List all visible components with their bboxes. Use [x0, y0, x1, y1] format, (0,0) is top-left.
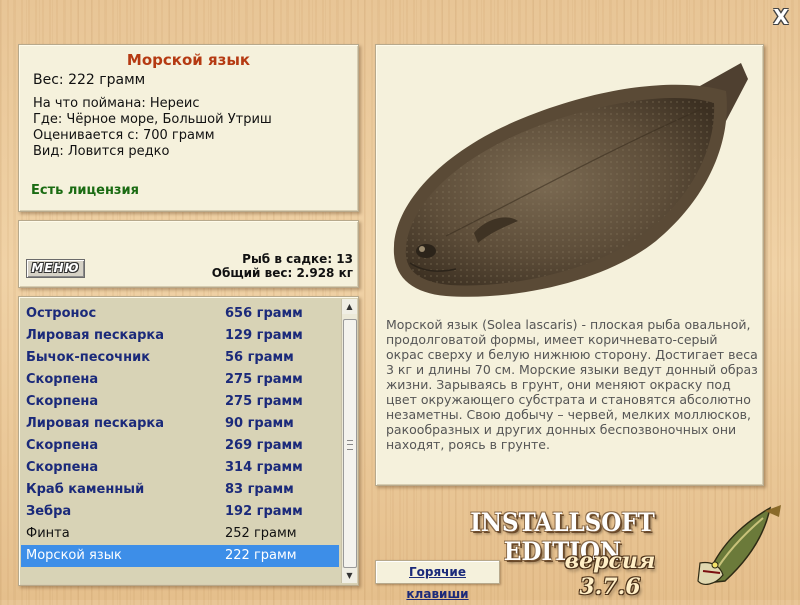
catch-item-weight: 83 грамм: [225, 482, 294, 497]
catch-list-item[interactable]: Морской язык 222 грамм: [21, 545, 339, 567]
close-button[interactable]: X: [771, 7, 791, 27]
catch-item-name: Финта: [26, 526, 70, 541]
catch-item-weight: 656 грамм: [225, 306, 303, 321]
stats-panel: МЕНЮ Рыб в садке: 13 Общий вес: 2.928 кг: [18, 220, 359, 288]
catch-list-item[interactable]: Зебра 192 грамм: [21, 501, 339, 523]
catch-item-name: Лировая пескарка: [26, 328, 165, 343]
location-line: Где: Чёрное море, Большой Утриш: [33, 112, 272, 127]
catch-item-weight: 269 грамм: [225, 438, 303, 453]
catch-list-item[interactable]: Лировая пескарка 90 грамм: [21, 413, 339, 435]
catch-item-weight: 129 грамм: [225, 328, 303, 343]
grip-icon: [347, 440, 353, 450]
catch-item-weight: 90 грамм: [225, 416, 294, 431]
scroll-thumb[interactable]: [343, 319, 357, 568]
catch-item-name: Остронос: [26, 306, 97, 321]
catch-item-weight: 56 грамм: [225, 350, 294, 365]
catch-item-name: Краб каменный: [26, 482, 145, 497]
catch-item-weight: 192 грамм: [225, 504, 303, 519]
license-status: Есть лицензия: [31, 183, 139, 198]
fish-description: Морской язык (Solea lascaris) - плоская …: [386, 317, 758, 452]
catch-item-weight: 222 грамм: [225, 548, 297, 563]
catch-list-item[interactable]: Остронос 656 грамм: [21, 303, 339, 325]
catch-item-name: Скорпена: [26, 394, 99, 409]
catch-list: Остронос 656 грамм Лировая пескарка 129 гра…: [21, 299, 339, 583]
rarity-line: Вид: Ловится редко: [33, 144, 170, 159]
scroll-down-icon[interactable]: ▼: [342, 568, 357, 583]
list-scrollbar[interactable]: ▲ ▼: [341, 299, 357, 583]
menu-button[interactable]: МЕНЮ: [26, 259, 85, 278]
fish-picture-panel: Морской язык (Solea lascaris) - плоская …: [375, 44, 764, 486]
pike-fish-icon: [697, 505, 781, 585]
catch-list-item[interactable]: Лировая пескарка 129 грамм: [21, 325, 339, 347]
catch-list-item[interactable]: Скорпена 269 грамм: [21, 435, 339, 457]
bait-line: На что поймана: Нереис: [33, 96, 200, 111]
version-label: версия 3.7.6: [564, 548, 656, 600]
fish-title: Морской язык: [126, 51, 251, 69]
catch-list-item[interactable]: Краб каменный 83 грамм: [21, 479, 339, 501]
catch-list-item[interactable]: Финта 252 грамм: [21, 523, 339, 545]
catch-item-name: Зебра: [26, 504, 72, 519]
catch-item-weight: 314 грамм: [225, 460, 303, 475]
catch-item-weight: 275 грамм: [225, 372, 303, 387]
catch-item-name: Морской язык: [26, 548, 122, 563]
catch-item-name: Бычок-песочник: [26, 350, 151, 365]
sole-fish-image: [393, 63, 748, 297]
catch-item-name: Скорпена: [26, 372, 99, 387]
catch-item-name: Скорпена: [26, 460, 99, 475]
fish-info-panel: Морской язык Вес: 222 грамм На что пойма…: [18, 44, 359, 212]
catch-list-item[interactable]: Скорпена 275 грамм: [21, 369, 339, 391]
catch-list-item[interactable]: Скорпена 314 грамм: [21, 457, 339, 479]
catch-list-item[interactable]: Бычок-песочник 56 грамм: [21, 347, 339, 369]
fish-weight: Вес: 222 грамм: [33, 72, 146, 88]
fish-count: Рыб в садке: 13: [242, 252, 353, 266]
scroll-up-icon[interactable]: ▲: [342, 299, 357, 314]
catch-item-name: Скорпена: [26, 438, 99, 453]
catch-item-name: Лировая пескарка: [26, 416, 165, 431]
catch-item-weight: 275 грамм: [225, 394, 303, 409]
value-line: Оценивается с: 700 грамм: [33, 128, 215, 143]
catch-item-weight: 252 грамм: [225, 526, 297, 541]
catch-list-item[interactable]: Скорпена 275 грамм: [21, 391, 339, 413]
catch-list-panel: Остронос 656 грамм Лировая пескарка 129 гра…: [18, 296, 359, 586]
total-weight: Общий вес: 2.928 кг: [211, 266, 353, 280]
